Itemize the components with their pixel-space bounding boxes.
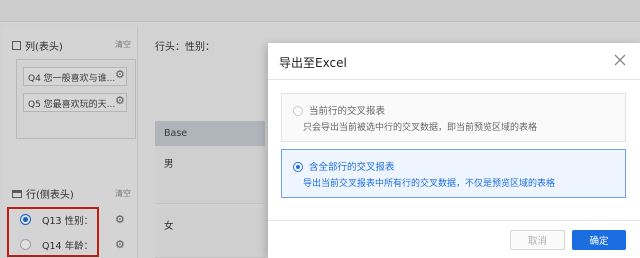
option-current-row[interactable]: 当前行的交叉报表 只会导出当前被选中行的交叉数据，即当前预览区域的表格 [281,93,626,142]
export-dialog: 导出至Excel 当前行的交叉报表 只会导出当前被选中行的交叉数据，即当前预览区… [268,43,640,258]
dialog-footer: 取消 确定 [268,220,640,258]
option-title: 当前行的交叉报表 [309,106,386,117]
radio-selected[interactable] [293,162,303,172]
close-icon[interactable] [613,53,627,67]
option-description: 导出当前交叉报表中所有行的交叉数据，不仅是预览区域的表格 [303,179,556,189]
option-all-rows[interactable]: 含全部行的交叉报表 导出当前交叉报表中所有行的交叉数据，不仅是预览区域的表格 [281,149,626,198]
option-description: 只会导出当前被选中行的交叉数据，即当前预览区域的表格 [303,123,538,133]
dialog-header: 导出至Excel [268,43,640,80]
radio-unselected[interactable] [293,106,303,116]
dialog-title: 导出至Excel [279,56,347,70]
option-title: 含全部行的交叉报表 [309,162,395,173]
cancel-button[interactable]: 取消 [510,230,565,250]
ok-button[interactable]: 确定 [572,230,626,250]
